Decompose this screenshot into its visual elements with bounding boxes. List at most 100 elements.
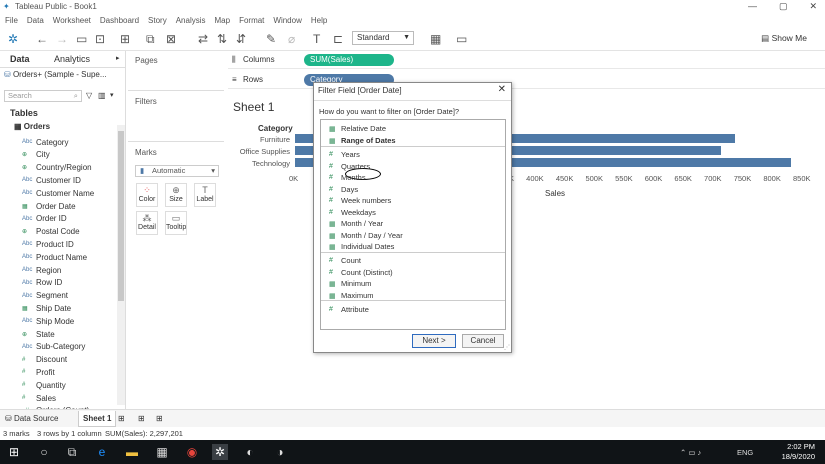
filter-option[interactable]: Quarters <box>341 162 370 171</box>
highlight-icon[interactable]: ✎ <box>266 31 276 47</box>
scrollbar-thumb[interactable] <box>118 131 124 301</box>
tableau-taskbar-icon[interactable]: ✲ <box>212 444 228 460</box>
field-item[interactable]: ⊕ City <box>22 149 50 161</box>
next-button[interactable]: Next > <box>412 334 456 348</box>
tableau-home-icon[interactable]: ✲ <box>8 31 18 47</box>
menu-format[interactable]: Format <box>239 16 264 25</box>
tooltip-button[interactable]: ▭ Tooltip <box>165 211 187 235</box>
panel-menu-icon[interactable]: ▸ <box>116 54 120 62</box>
present-mode-icon[interactable]: ▭ <box>456 31 467 47</box>
clear-sheet-icon[interactable]: ⊠ <box>166 31 176 47</box>
filter-option[interactable]: Relative Date <box>341 124 386 133</box>
menu-window[interactable]: Window <box>273 16 301 25</box>
filter-option[interactable]: Range of Dates <box>341 136 396 145</box>
resize-grip-icon[interactable]: ⋰ <box>504 344 510 351</box>
menu-map[interactable]: Map <box>215 16 231 25</box>
field-item[interactable]: ⊕ Country/Region <box>22 162 92 174</box>
swap-icon[interactable]: ⇄ <box>198 31 208 47</box>
view-options-icon[interactable]: ▥ <box>98 91 106 100</box>
language-indicator[interactable]: ENG <box>737 448 753 457</box>
clock[interactable]: 2:02 PM 18/9/2020 <box>782 442 815 462</box>
filter-option[interactable]: Years <box>341 150 360 159</box>
menu-dashboard[interactable]: Dashboard <box>100 16 139 25</box>
detail-button[interactable]: ⁂ Detail <box>136 211 158 235</box>
system-tray-icons[interactable]: ⌃ ▭ ♪ <box>680 448 701 457</box>
new-dashboard-icon[interactable]: ⊞ <box>138 414 145 423</box>
field-item[interactable]: Abc Category <box>22 136 68 148</box>
close-window-button[interactable]: ✕ <box>809 0 817 13</box>
filter-option[interactable]: Minimum <box>341 279 371 288</box>
filter-option[interactable]: Individual Dates <box>341 242 394 251</box>
menu-story[interactable]: Story <box>148 16 167 25</box>
menu-file[interactable]: File <box>5 16 18 25</box>
back-icon[interactable]: ← <box>36 31 48 47</box>
duplicate-icon[interactable]: ⧉ <box>146 31 155 47</box>
menu-worksheet[interactable]: Worksheet <box>53 16 91 25</box>
fix-axes-icon[interactable]: ⊏ <box>333 31 343 47</box>
size-button[interactable]: ⊕ Size <box>165 183 187 207</box>
field-list-scrollbar[interactable] <box>117 125 125 405</box>
filter-option[interactable]: Maximum <box>341 291 374 300</box>
field-item[interactable]: Abc Customer Name <box>22 187 94 199</box>
task-view-icon[interactable]: ⧉ <box>64 444 80 460</box>
filter-option[interactable]: Count (Distinct) <box>341 268 393 277</box>
filter-fields-icon[interactable]: ▽ <box>86 91 92 100</box>
field-item[interactable]: Abc Sub-Category <box>22 341 85 353</box>
field-item[interactable]: Abc Ship Mode <box>22 315 74 327</box>
filter-option[interactable]: Months <box>341 173 366 182</box>
labels-icon[interactable]: T <box>313 31 320 47</box>
filter-option[interactable]: Count <box>341 256 361 265</box>
show-me-button[interactable]: ▤ Show Me <box>761 33 807 44</box>
close-icon[interactable]: ✕ <box>498 84 506 95</box>
save-icon[interactable]: ▭ <box>76 31 87 47</box>
forward-icon[interactable]: → <box>56 31 68 47</box>
fit-dropdown[interactable]: Standard ▼ <box>352 31 414 45</box>
field-item[interactable]: ▦ Order Date <box>22 200 76 212</box>
field-item[interactable]: # Quantity <box>22 379 66 391</box>
filter-option[interactable]: Month / Day / Year <box>341 231 403 240</box>
menu-help[interactable]: Help <box>311 16 327 25</box>
edge-icon[interactable]: e <box>94 444 110 460</box>
group-icon[interactable]: ⌀ <box>288 31 295 47</box>
windows-start-icon[interactable]: ⊞ <box>6 444 22 460</box>
field-item[interactable]: Abc Product ID <box>22 238 74 250</box>
new-worksheet-icon[interactable]: ⊞ <box>120 31 130 47</box>
search-icon[interactable]: ○ <box>36 444 52 460</box>
sort-ascending-icon[interactable]: ⇅ <box>217 31 227 47</box>
data-source-tab[interactable]: ⛁ Data Source <box>5 414 58 423</box>
field-item[interactable]: ⊕ State <box>22 328 55 340</box>
new-worksheet-icon[interactable]: ⊞ <box>118 414 125 423</box>
field-item[interactable]: Abc Row ID <box>22 277 62 289</box>
filter-option[interactable]: Days <box>341 185 358 194</box>
field-item[interactable]: # Sales <box>22 392 56 404</box>
data-source-item[interactable]: ⛁ Orders+ (Sample - Supe... <box>4 70 107 79</box>
app-icon[interactable]: ◐ <box>242 444 258 460</box>
field-item[interactable]: Abc Order ID <box>22 213 67 225</box>
presentation-icon[interactable]: ▦ <box>430 31 441 47</box>
field-item[interactable]: Abc Product Name <box>22 251 87 263</box>
filter-option[interactable]: Week numbers <box>341 196 391 205</box>
chevron-down-icon[interactable]: ▾ <box>110 91 114 99</box>
field-item[interactable]: ⊕ Postal Code <box>22 226 80 238</box>
mark-type-dropdown[interactable]: ▮ Automatic ▾ <box>135 165 219 177</box>
field-item[interactable]: # Profit <box>22 366 55 378</box>
filter-option[interactable]: Attribute <box>341 305 369 314</box>
columns-shelf[interactable]: ⫼ Columns SUM(Sales) <box>228 51 825 69</box>
color-button[interactable]: ⁘ Color <box>136 183 158 207</box>
field-item[interactable]: # Discount <box>22 354 67 366</box>
field-item[interactable]: Abc Region <box>22 264 61 276</box>
tab-analytics[interactable]: Analytics <box>54 54 90 64</box>
chrome-icon[interactable]: ◉ <box>184 444 200 460</box>
minimize-button[interactable]: — <box>748 0 757 13</box>
filter-option[interactable]: Weekdays <box>341 208 376 217</box>
sort-descending-icon[interactable]: ⇵ <box>236 31 246 47</box>
search-input[interactable]: Search ⌕ <box>4 90 82 102</box>
label-button[interactable]: T Label <box>194 183 216 207</box>
app-icon[interactable]: ◑ <box>272 444 288 460</box>
maximize-button[interactable]: ▢ <box>779 0 788 13</box>
tab-sheet-1[interactable]: Sheet 1 <box>78 411 117 427</box>
new-story-icon[interactable]: ⊞ <box>156 414 163 423</box>
cancel-button[interactable]: Cancel <box>462 334 504 348</box>
table-orders[interactable]: ▦ Orders <box>14 122 50 131</box>
filter-option[interactable]: Month / Year <box>341 219 383 228</box>
